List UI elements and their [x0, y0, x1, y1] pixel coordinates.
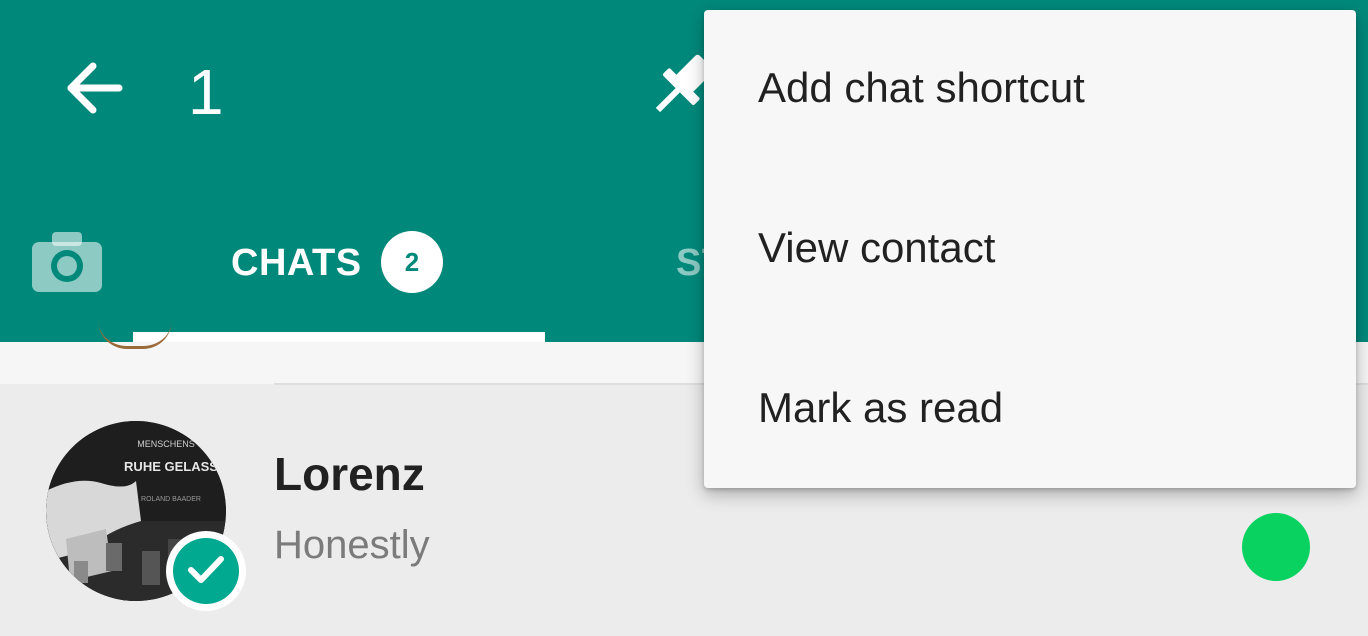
menu-item-label: Mark as read — [758, 384, 1004, 431]
tab-chats-label: CHATS — [231, 242, 362, 284]
menu-item-label: View contact — [758, 224, 996, 271]
menu-item-add-chat-shortcut[interactable]: Add chat shortcut — [704, 10, 1356, 168]
avatar-text-line: RUHE GELASS — [124, 459, 218, 474]
last-message: Honestly — [274, 523, 430, 567]
whatsapp-screen: 1 CHATS 2 ST MENSCHENS RUHE GELASS ROLAN… — [0, 0, 1368, 636]
menu-item-label: Add chat shortcut — [758, 64, 1085, 111]
tab-indicator — [133, 332, 545, 342]
avatar-text-line: MENSCHENS — [137, 439, 195, 449]
avatar-text-line: ROLAND BAADER — [141, 496, 201, 503]
selected-count: 1 — [188, 56, 224, 128]
arrow-back-icon — [65, 62, 123, 119]
unread-indicator — [1242, 513, 1310, 581]
avatar — [98, 320, 172, 349]
tab-chats[interactable]: CHATS 2 — [133, 200, 545, 342]
contact-name: Lorenz — [274, 448, 425, 500]
menu-item-mark-as-read[interactable]: Mark as read — [704, 330, 1356, 488]
menu-item-view-contact[interactable]: View contact — [704, 170, 1356, 328]
tab-camera[interactable] — [28, 228, 106, 298]
back-button[interactable] — [56, 52, 132, 128]
overflow-menu: Add chat shortcut View contact Mark as r… — [704, 10, 1356, 488]
camera-icon — [28, 232, 106, 302]
check-icon — [186, 553, 226, 590]
selected-check — [166, 531, 246, 611]
unread-chats-badge: 2 — [381, 231, 443, 293]
